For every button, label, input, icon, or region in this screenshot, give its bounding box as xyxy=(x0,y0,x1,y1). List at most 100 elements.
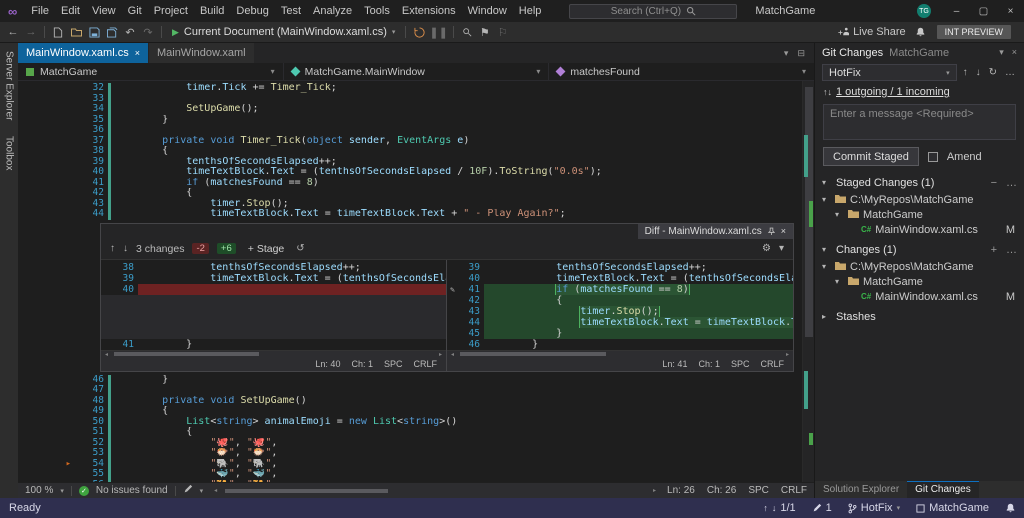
menu-analyze[interactable]: Analyze xyxy=(307,0,358,22)
amend-checkbox[interactable] xyxy=(927,151,938,162)
more-actions-icon[interactable]: … xyxy=(1006,177,1017,189)
breakpoint-margin[interactable] xyxy=(18,209,74,220)
navigate-forward-icon[interactable]: → xyxy=(23,24,39,40)
menu-view[interactable]: View xyxy=(86,0,122,22)
menu-build[interactable]: Build xyxy=(194,0,230,22)
unstage-all-icon[interactable]: − xyxy=(991,177,997,189)
minimize-button[interactable]: – xyxy=(943,0,970,22)
chevron-down-icon[interactable]: ▾ xyxy=(779,243,784,254)
new-file-icon[interactable] xyxy=(50,24,66,40)
scroll-track[interactable] xyxy=(221,488,649,494)
search-input[interactable]: Search (Ctrl+Q) xyxy=(569,3,738,19)
previous-change-icon[interactable]: ↑ xyxy=(110,243,115,254)
hot-reload-icon[interactable] xyxy=(411,24,427,40)
breakpoint-margin[interactable] xyxy=(18,417,74,428)
stashes-header[interactable]: ▸ Stashes xyxy=(815,307,1024,326)
commit-message-input[interactable]: Enter a message <Required> xyxy=(823,104,1016,140)
close-button[interactable]: × xyxy=(997,0,1024,22)
zoom-level[interactable]: 100 % xyxy=(25,485,53,496)
redo-icon[interactable]: ↷ xyxy=(140,24,156,40)
outgoing-incoming-link[interactable]: 1 outgoing / 1 incoming xyxy=(836,86,950,98)
fetch-refresh-icon[interactable]: ↻ xyxy=(987,67,999,78)
menu-tools[interactable]: Tools xyxy=(358,0,396,22)
stage-button[interactable]: + Stage xyxy=(244,243,289,255)
tab-mainwindow-xaml-cs[interactable]: MainWindow.xaml.cs × xyxy=(18,43,148,63)
breakpoint-margin[interactable] xyxy=(18,438,74,449)
breakpoint-margin[interactable] xyxy=(18,136,74,147)
project-dropdown[interactable]: MatchGame ▾ xyxy=(18,63,284,80)
push-icon[interactable]: ↑ xyxy=(961,67,970,78)
int-preview-button[interactable]: INT PREVIEW xyxy=(936,25,1011,39)
menu-edit[interactable]: Edit xyxy=(55,0,86,22)
git-folder-item[interactable]: ▾ C:\MyRepos\MatchGame xyxy=(815,192,1024,207)
breakpoint-margin[interactable] xyxy=(18,104,74,115)
scroll-left-icon[interactable]: ◂ xyxy=(101,351,112,358)
pull-icon[interactable]: ↓ xyxy=(974,67,983,78)
breakpoint-margin[interactable] xyxy=(18,178,74,189)
editor-scrollbar[interactable] xyxy=(802,81,814,482)
scroll-thumb[interactable] xyxy=(114,352,260,356)
notifications-bell-icon[interactable] xyxy=(997,498,1024,518)
branch-picker-button[interactable]: HotFix ▾ xyxy=(840,498,908,518)
branch-selector[interactable]: HotFix ▾ xyxy=(822,64,957,81)
breakpoint-margin[interactable] xyxy=(18,427,74,438)
breakpoint-margin[interactable] xyxy=(18,94,74,105)
git-folder-item[interactable]: ▾ C:\MyRepos\MatchGame xyxy=(815,259,1024,274)
pending-edits-button[interactable]: 1 xyxy=(804,498,840,518)
diff-old-code[interactable]: 38 tenthsOfSecondsElapsed++; 39 timeTextB… xyxy=(101,260,446,350)
editor-horizontal-scrollbar[interactable]: ◂ ▸ xyxy=(210,487,660,495)
breakpoint-margin[interactable] xyxy=(18,406,74,417)
git-file-item[interactable]: C# MainWindow.xaml.cs M xyxy=(815,289,1024,304)
breakpoint-margin[interactable]: ▸ xyxy=(18,459,74,470)
breakpoint-margin[interactable] xyxy=(18,448,74,459)
more-actions-icon[interactable]: … xyxy=(1003,67,1017,78)
breakpoint-margin[interactable] xyxy=(18,157,74,168)
breakpoint-margin[interactable] xyxy=(18,115,74,126)
diff-horizontal-scrollbar[interactable]: ◂ ▸ xyxy=(101,349,446,358)
solution-explorer-tab[interactable]: Solution Explorer xyxy=(815,481,907,498)
issues-status[interactable]: No issues found xyxy=(96,485,168,496)
live-share-button[interactable]: Live Share xyxy=(833,26,911,38)
toolbox-tab[interactable]: Toolbox xyxy=(4,136,15,170)
scroll-right-icon[interactable]: ▸ xyxy=(435,351,446,358)
bookmark-outline-icon[interactable]: ⚐ xyxy=(495,24,511,40)
menu-debug[interactable]: Debug xyxy=(230,0,274,22)
diff-settings-gear-icon[interactable]: ⚙ xyxy=(762,243,771,254)
type-dropdown[interactable]: MatchGame.MainWindow ▾ xyxy=(284,63,550,80)
menu-project[interactable]: Project xyxy=(148,0,194,22)
breakpoint-margin[interactable] xyxy=(18,385,74,396)
breakpoint-margin[interactable] xyxy=(18,199,74,210)
diff-new-code[interactable]: 39 tenthsOfSecondsElapsed++; 40 timeTextB… xyxy=(447,260,793,350)
breakpoint-margin[interactable] xyxy=(18,469,74,480)
scroll-right-icon[interactable]: ▸ xyxy=(782,351,793,358)
save-all-icon[interactable] xyxy=(104,24,120,40)
git-folder-item[interactable]: ▾ MatchGame xyxy=(815,207,1024,222)
revert-icon[interactable]: ↺ xyxy=(296,243,304,254)
navigate-back-icon[interactable]: ← xyxy=(5,24,21,40)
repo-picker-button[interactable]: MatchGame xyxy=(908,498,997,518)
scroll-thumb[interactable] xyxy=(225,488,388,493)
breakpoint-margin[interactable] xyxy=(18,167,74,178)
changes-header[interactable]: ▾ Changes (1) + … xyxy=(815,240,1024,259)
scroll-right-icon[interactable]: ▸ xyxy=(649,487,660,494)
bookmark-icon[interactable]: ⚑ xyxy=(477,24,493,40)
server-explorer-tab[interactable]: Server Explorer xyxy=(4,51,15,120)
scroll-left-icon[interactable]: ◂ xyxy=(210,487,221,494)
feedback-bell-icon[interactable] xyxy=(913,24,929,40)
code-editor[interactable]: 32 timer.Tick += Timer_Tick; 33 34 SetUpGa… xyxy=(18,81,802,482)
tab-mainwindow-xaml[interactable]: MainWindow.xaml xyxy=(148,43,254,63)
menu-extensions[interactable]: Extensions xyxy=(396,0,462,22)
chevron-down-icon[interactable]: ▾ xyxy=(999,47,1004,58)
close-icon[interactable]: × xyxy=(135,48,140,58)
diff-horizontal-scrollbar[interactable]: ◂ ▸ xyxy=(447,349,793,358)
breakpoint-margin[interactable] xyxy=(18,396,74,407)
breakpoint-margin[interactable] xyxy=(18,375,74,386)
diff-document-tab[interactable]: Diff - MainWindow.xaml.cs × xyxy=(637,223,793,239)
breakpoint-margin[interactable] xyxy=(18,146,74,157)
git-changes-tab[interactable]: Git Changes xyxy=(907,481,979,498)
commit-staged-button[interactable]: Commit Staged xyxy=(823,147,919,166)
more-actions-icon[interactable]: … xyxy=(1006,244,1017,256)
close-icon[interactable]: × xyxy=(1012,47,1017,58)
scroll-track[interactable] xyxy=(458,351,782,357)
member-dropdown[interactable]: matchesFound ▾ xyxy=(549,63,814,80)
